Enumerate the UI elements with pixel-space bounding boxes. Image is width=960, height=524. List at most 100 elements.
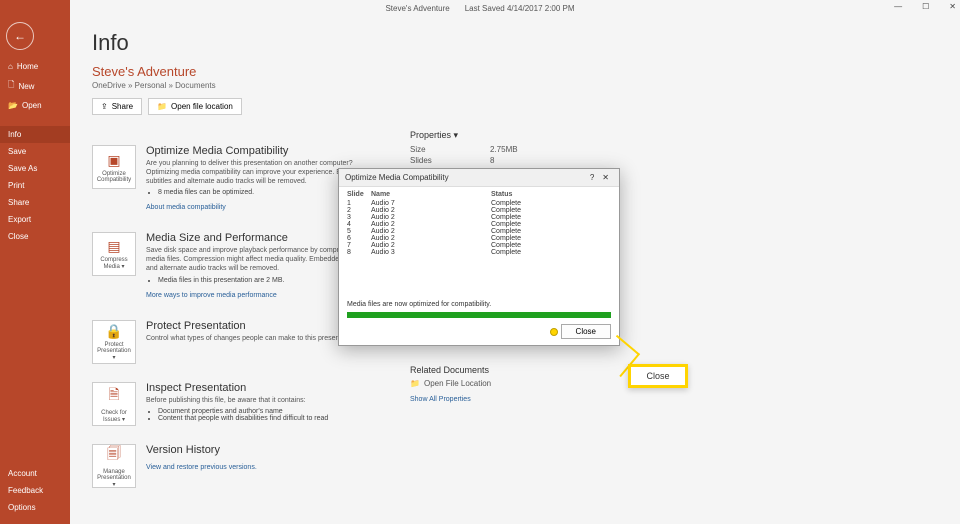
open-icon: 📂: [8, 101, 18, 110]
card-label: Check for Issues ▾: [95, 410, 133, 423]
section-title: Version History: [146, 444, 257, 456]
inspect-icon: 🗎: [108, 384, 119, 408]
table-row: 4Audio 2Complete: [347, 221, 611, 228]
open-file-location-link[interactable]: 📁 Open File Location: [410, 379, 491, 388]
share-button[interactable]: ⇪Share: [92, 98, 142, 115]
check-issues-button[interactable]: 🗎 Check for Issues ▾: [92, 382, 136, 426]
properties-panel: Properties ▾ Size 2.75MB Slides 8: [410, 130, 518, 167]
history-section: 🗐 Manage Presentation ▾ Version History V…: [92, 444, 376, 488]
protect-section: 🔒 Protect Presentation ▾ Protect Presenta…: [92, 320, 376, 364]
protect-presentation-button[interactable]: 🔒 Protect Presentation ▾: [92, 320, 136, 364]
col-slide: Slide: [347, 191, 371, 198]
prop-val: 8: [490, 156, 494, 165]
sidebar-item-close[interactable]: Close: [0, 228, 70, 245]
manage-presentation-button[interactable]: 🗐 Manage Presentation ▾: [92, 444, 136, 488]
properties-heading[interactable]: Properties ▾: [410, 130, 518, 141]
history-icon: 🗐: [107, 443, 121, 467]
dialog-titlebar: Optimize Media Compatibility ? ✕: [339, 169, 619, 187]
optimize-section: ▣Optimize Compatibility Optimize Media C…: [92, 145, 376, 214]
table-row: 1Audio 7Complete: [347, 200, 611, 207]
sidebar-item-print[interactable]: Print: [0, 177, 70, 194]
sidebar-item-open[interactable]: 📂 Open: [0, 97, 70, 114]
prop-key: Size: [410, 145, 460, 154]
optimize-icon: ▣: [107, 152, 120, 169]
dialog-close-button[interactable]: Close: [561, 324, 611, 339]
sidebar-item-label: Print: [8, 181, 24, 190]
optimize-dialog: Optimize Media Compatibility ? ✕ Slide N…: [338, 168, 620, 346]
sidebar-item-label: Home: [17, 62, 38, 71]
sidebar-item-label: Open: [22, 101, 42, 110]
section-desc: Before publishing this file, be aware th…: [146, 396, 328, 405]
highlight-dot-icon: [550, 328, 558, 336]
callout-label: Close: [646, 371, 669, 381]
card-label: Optimize Compatibility: [95, 171, 133, 183]
section-desc: Control what types of changes people can…: [146, 334, 358, 343]
lock-icon: 🔒: [105, 323, 122, 340]
document-name: Steve's Adventure: [92, 64, 938, 79]
link-label: Open File Location: [424, 379, 491, 388]
sidebar-item-label: Close: [8, 232, 28, 241]
table-row: 3Audio 2Complete: [347, 214, 611, 221]
section-title: Protect Presentation: [146, 320, 358, 332]
back-button[interactable]: ←: [6, 22, 34, 50]
table-row: 6Audio 2Complete: [347, 235, 611, 242]
sidebar-item-label: Share: [8, 198, 29, 207]
sidebar-item-label: Save: [8, 147, 26, 156]
section-title: Inspect Presentation: [146, 382, 328, 394]
sidebar-item-label: Info: [8, 130, 21, 139]
sidebar-item-new[interactable]: 🗋New: [0, 75, 70, 97]
about-compat-link[interactable]: About media compatibility: [146, 204, 226, 211]
folder-icon: 📁: [410, 379, 420, 388]
close-window-button[interactable]: ✕: [949, 2, 956, 11]
media-perf-link[interactable]: More ways to improve media performance: [146, 292, 277, 299]
progress-bar: [347, 312, 611, 318]
window-titlebar: Steve's Adventure Last Saved 4/14/2017 2…: [0, 0, 960, 16]
window-controls: — ☐ ✕: [894, 2, 956, 11]
share-icon: ⇪: [101, 102, 108, 111]
sidebar-item-share[interactable]: Share: [0, 194, 70, 211]
sidebar-item-home[interactable]: ⌂Home: [0, 58, 70, 75]
new-icon: 🗋: [8, 79, 14, 93]
doc-title: Steve's Adventure: [385, 4, 449, 13]
close-label: Close: [576, 327, 596, 336]
sidebar-item-options[interactable]: Options: [0, 499, 70, 516]
related-heading: Related Documents: [410, 365, 491, 375]
sidebar-item-feedback[interactable]: Feedback: [0, 482, 70, 499]
dialog-help-button[interactable]: ?: [586, 173, 598, 182]
inspect-section: 🗎 Check for Issues ▾ Inspect Presentation…: [92, 382, 376, 426]
table-row: 8Audio 3Complete: [347, 249, 611, 256]
table-row: 2Audio 2Complete: [347, 207, 611, 214]
prop-val: 2.75MB: [490, 145, 518, 154]
dialog-status: Media files are now optimized for compat…: [339, 299, 619, 310]
back-arrow-icon: ←: [14, 29, 26, 43]
document-path: OneDrive » Personal » Documents: [92, 81, 938, 90]
compress-icon: ▤: [107, 238, 120, 255]
minimize-button[interactable]: —: [894, 2, 902, 11]
related-documents: Related Documents 📁 Open File Location Sh…: [410, 365, 491, 403]
media-section: ▤Compress Media ▾ Media Size and Perform…: [92, 232, 376, 301]
optimize-compatibility-button[interactable]: ▣ Optimize Compatibility: [92, 145, 136, 189]
version-history-link[interactable]: View and restore previous versions.: [146, 464, 257, 471]
close-callout: Close: [628, 364, 688, 388]
dialog-close-icon[interactable]: ✕: [598, 173, 613, 182]
sidebar-item-info[interactable]: Info: [0, 126, 70, 143]
open-location-button[interactable]: 📁Open file location: [148, 98, 242, 115]
open-location-label: Open file location: [171, 102, 233, 111]
prop-key: Slides: [410, 156, 460, 165]
sidebar-item-export[interactable]: Export: [0, 211, 70, 228]
sidebar-item-label: Account: [8, 469, 37, 478]
show-all-props-link[interactable]: Show All Properties: [410, 396, 471, 403]
col-name: Name: [371, 191, 491, 198]
sidebar-item-label: Options: [8, 503, 36, 512]
sidebar-item-saveas[interactable]: Save As: [0, 160, 70, 177]
sidebar-item-account[interactable]: Account: [0, 465, 70, 482]
backstage-sidebar: ← ⌂Home 🗋New 📂 Open Info Save Save As Pri…: [0, 0, 70, 524]
page-title: Info: [92, 30, 938, 56]
sidebar-item-save[interactable]: Save: [0, 143, 70, 160]
maximize-button[interactable]: ☐: [922, 2, 929, 11]
card-label: Protect Presentation ▾: [95, 342, 133, 361]
card-label: Manage Presentation ▾: [95, 469, 133, 488]
sidebar-item-label: Save As: [8, 164, 37, 173]
compress-media-button[interactable]: ▤Compress Media ▾: [92, 232, 136, 276]
last-saved: Last Saved 4/14/2017 2:00 PM: [465, 4, 575, 13]
